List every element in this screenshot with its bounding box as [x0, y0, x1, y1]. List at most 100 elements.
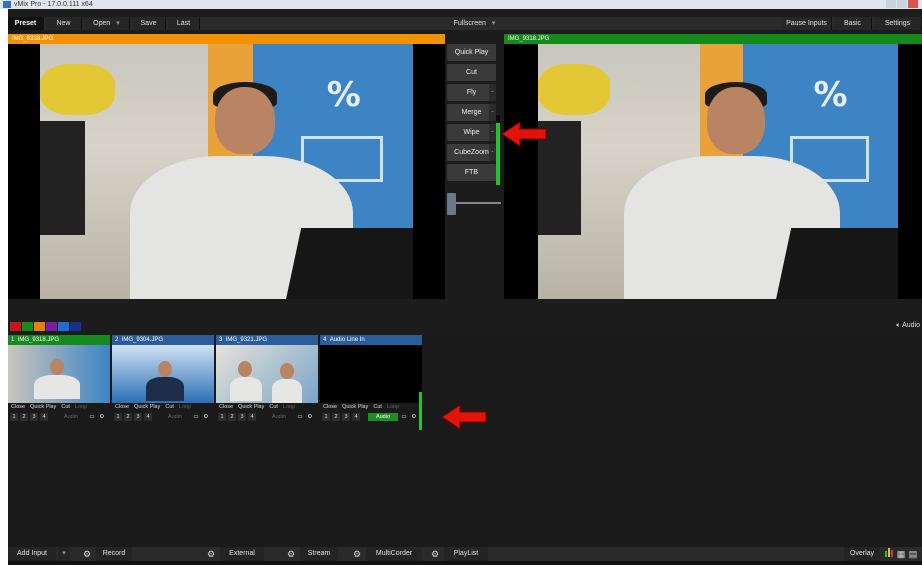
- fly-dropdown-icon[interactable]: -: [489, 84, 496, 101]
- monitor-icon[interactable]: ▭: [400, 413, 408, 421]
- stream-button[interactable]: Stream: [300, 547, 338, 561]
- record-button[interactable]: Record: [96, 547, 132, 561]
- cubezoom-dropdown-icon[interactable]: -: [489, 144, 496, 161]
- input-3-header[interactable]: 3 IMG_9321.JPG: [216, 335, 318, 345]
- cut-button[interactable]: Cut: [61, 403, 70, 412]
- input-2-thumbnail[interactable]: [112, 345, 214, 403]
- monitor-icon[interactable]: ▭: [88, 413, 96, 421]
- merge-dropdown-icon[interactable]: -: [489, 104, 496, 121]
- open-dropdown-icon[interactable]: ▾: [116, 20, 120, 27]
- audio-toggle-button[interactable]: Audio: [56, 413, 86, 421]
- t-bar-handle[interactable]: [447, 193, 456, 215]
- close-button[interactable]: Close: [115, 403, 129, 412]
- gear-icon[interactable]: ⚙︎: [428, 547, 442, 561]
- audio-mixer-button[interactable]: 🔈︎ Audio: [896, 321, 920, 331]
- last-button[interactable]: Last: [168, 17, 200, 30]
- overlay-2-button[interactable]: 2: [228, 412, 236, 421]
- cut-button[interactable]: Cut: [447, 64, 496, 81]
- cut-button[interactable]: Cut: [373, 403, 382, 412]
- open-button[interactable]: Open ▾: [84, 17, 130, 30]
- audio-toggle-button[interactable]: Audio: [160, 413, 190, 421]
- wipe-dropdown-icon[interactable]: -: [489, 124, 496, 141]
- gear-icon[interactable]: ⚙︎: [350, 547, 364, 561]
- preset-button[interactable]: Preset: [8, 17, 44, 30]
- cubezoom-button[interactable]: CubeZoom -: [447, 144, 496, 161]
- audio-toggle-button[interactable]: Audio: [264, 413, 294, 421]
- cut-button[interactable]: Cut: [165, 403, 174, 412]
- overlay-4-button[interactable]: 4: [352, 412, 360, 421]
- minimize-button[interactable]: [886, 0, 896, 8]
- fullscreen-button[interactable]: Fullscreen ▾: [445, 17, 504, 30]
- settings-button[interactable]: Settings: [874, 17, 922, 30]
- quick-play-button[interactable]: Quick Play: [30, 403, 56, 412]
- input-4-thumbnail[interactable]: [320, 345, 422, 403]
- close-button[interactable]: Close: [323, 403, 337, 412]
- overlay-1-button[interactable]: 1: [114, 412, 122, 421]
- multicorder-button[interactable]: MultiCorder: [366, 547, 422, 561]
- input-1-thumbnail[interactable]: [8, 345, 110, 403]
- cut-button[interactable]: Cut: [269, 403, 278, 412]
- quick-play-button[interactable]: Quick Play: [342, 403, 368, 412]
- overlay-1-button[interactable]: 1: [10, 412, 18, 421]
- input-1-header[interactable]: 1 IMG_9318.JPG: [8, 335, 110, 345]
- input-4-header[interactable]: 4 Audio Line In: [320, 335, 422, 345]
- overlay-button[interactable]: Overlay: [844, 547, 880, 561]
- overlay-2-button[interactable]: 2: [20, 412, 28, 421]
- loop-button[interactable]: Loop: [387, 403, 399, 412]
- save-button[interactable]: Save: [132, 17, 166, 30]
- color-swatch-orange[interactable]: [34, 322, 45, 331]
- input-2-header[interactable]: 2 IMG_9304.JPG: [112, 335, 214, 345]
- merge-button[interactable]: Merge -: [447, 104, 496, 121]
- gear-icon[interactable]: ⚙︎: [410, 413, 418, 421]
- gear-icon[interactable]: ⚙︎: [306, 413, 314, 421]
- gear-icon[interactable]: ⚙︎: [80, 547, 94, 561]
- overlay-3-button[interactable]: 3: [134, 412, 142, 421]
- playlist-button[interactable]: PlayList: [444, 547, 488, 561]
- quick-play-button[interactable]: Quick Play: [134, 403, 160, 412]
- color-swatch-purple[interactable]: [46, 322, 57, 331]
- layout-icon[interactable]: ▤: [906, 547, 920, 561]
- color-swatch-red[interactable]: [10, 322, 21, 331]
- overlay-4-button[interactable]: 4: [40, 412, 48, 421]
- new-button[interactable]: New: [46, 17, 82, 30]
- overlay-2-button[interactable]: 2: [332, 412, 340, 421]
- fly-button[interactable]: Fly -: [447, 84, 496, 101]
- overlay-4-button[interactable]: 4: [144, 412, 152, 421]
- close-button[interactable]: Close: [11, 403, 25, 412]
- wipe-button[interactable]: Wipe -: [447, 124, 496, 141]
- overlay-1-button[interactable]: 1: [218, 412, 226, 421]
- fullscreen-dropdown-icon[interactable]: ▾: [492, 20, 496, 27]
- add-input-dropdown-icon[interactable]: ▾: [58, 547, 70, 561]
- loop-button[interactable]: Loop: [75, 403, 87, 412]
- t-bar-slider[interactable]: [447, 193, 501, 215]
- ftb-button[interactable]: FTB: [447, 164, 496, 181]
- add-input-button[interactable]: Add Input: [8, 547, 56, 561]
- gear-icon[interactable]: ⚙︎: [98, 413, 106, 421]
- program-monitor[interactable]: %: [504, 44, 922, 299]
- external-button[interactable]: External: [220, 547, 264, 561]
- quick-play-button[interactable]: Quick Play: [447, 44, 496, 61]
- preview-monitor[interactable]: %: [8, 44, 445, 299]
- overlay-2-button[interactable]: 2: [124, 412, 132, 421]
- quick-play-button[interactable]: Quick Play: [238, 403, 264, 412]
- basic-button[interactable]: Basic: [834, 17, 872, 30]
- maximize-button[interactable]: [897, 0, 907, 8]
- color-swatch-blue[interactable]: [58, 322, 69, 331]
- overlay-3-button[interactable]: 3: [342, 412, 350, 421]
- monitor-icon[interactable]: ▭: [296, 413, 304, 421]
- overlay-4-button[interactable]: 4: [248, 412, 256, 421]
- audio-toggle-button[interactable]: Audio: [368, 412, 398, 421]
- input-3-thumbnail[interactable]: [216, 345, 318, 403]
- loop-button[interactable]: Loop: [179, 403, 191, 412]
- monitor-icon[interactable]: ▭: [192, 413, 200, 421]
- gear-icon[interactable]: ⚙︎: [204, 547, 218, 561]
- gear-icon[interactable]: ⚙︎: [202, 413, 210, 421]
- overlay-3-button[interactable]: 3: [238, 412, 246, 421]
- overlay-1-button[interactable]: 1: [322, 412, 330, 421]
- close-button[interactable]: Close: [219, 403, 233, 412]
- pause-inputs-button[interactable]: Pause Inputs: [782, 17, 832, 30]
- color-swatch-green[interactable]: [22, 322, 33, 331]
- gear-icon[interactable]: ⚙︎: [284, 547, 298, 561]
- loop-button[interactable]: Loop: [283, 403, 295, 412]
- color-swatch-navy[interactable]: [70, 322, 81, 331]
